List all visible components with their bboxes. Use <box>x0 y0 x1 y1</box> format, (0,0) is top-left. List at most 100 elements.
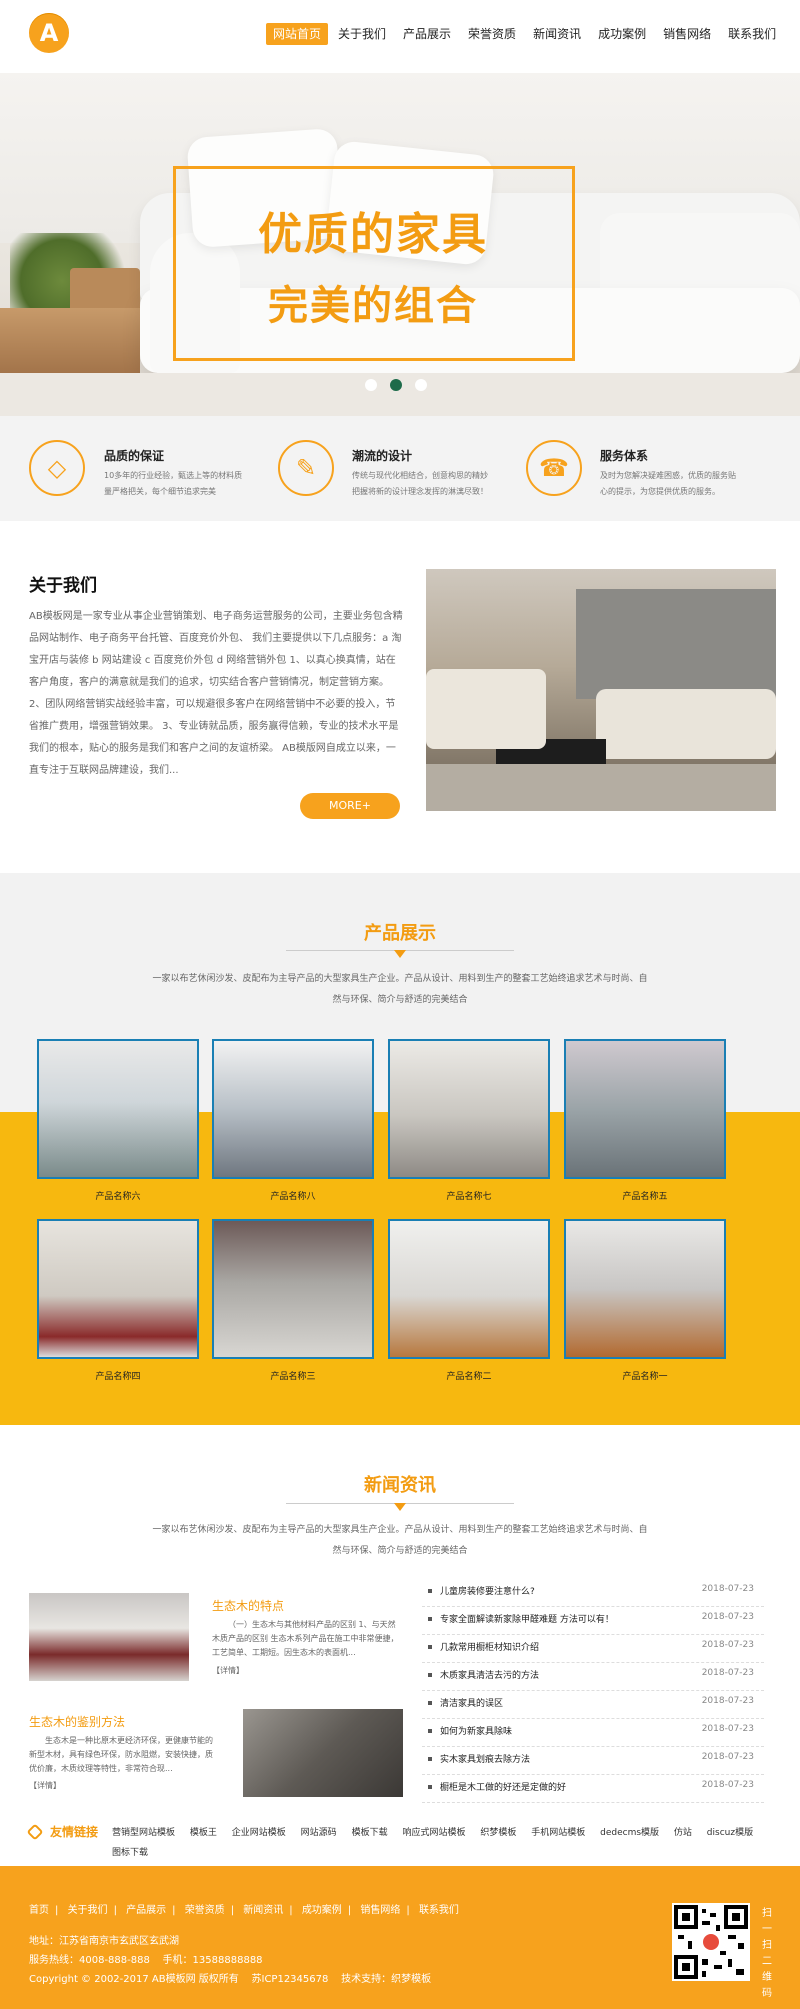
nav-item-cases[interactable]: 成功案例 <box>591 23 653 45</box>
footer-nav-item[interactable]: 销售网络 <box>360 1905 400 1916</box>
banner-slogan-1: 优质的家具 <box>258 209 488 260</box>
feature-title: 品质的保证 <box>104 449 165 463</box>
friend-link[interactable]: 模板下载 <box>352 1828 388 1838</box>
nav-item-products[interactable]: 产品展示 <box>396 23 458 45</box>
news-more-link[interactable]: 【详情】 <box>212 1665 244 1676</box>
news-list-item[interactable]: 实木家具划痕去除方法 2018-07-23 <box>422 1746 764 1775</box>
product-card[interactable] <box>37 1219 199 1359</box>
bullet-icon <box>428 1673 432 1677</box>
news-list-title[interactable]: 橱柜是木工做的好还是定做的好 <box>440 1780 566 1793</box>
footer-nav-item[interactable]: 荣誉资质 <box>185 1905 225 1916</box>
photo-wall-panel <box>576 589 776 699</box>
news-list-item[interactable]: 如何为新家具除味 2018-07-23 <box>422 1718 764 1747</box>
footer-copyright: Copyright © 2002-2017 AB模板网 版权所有 苏ICP123… <box>29 1974 432 1985</box>
nav-item-contact[interactable]: 联系我们 <box>721 23 783 45</box>
nav-item-news[interactable]: 新闻资讯 <box>526 23 588 45</box>
friend-link[interactable]: discuz模版 <box>707 1828 753 1838</box>
headset-icon: ☎ <box>526 440 582 496</box>
news-list-title[interactable]: 几款常用橱柜材知识介绍 <box>440 1640 539 1653</box>
photo-sofa <box>596 689 776 759</box>
products-desc: 一家以布艺休闲沙发、皮配布为主导产品的大型家具生产企业。产品从设计、用料到生产的… <box>152 974 648 1005</box>
news-list-date: 2018-07-23 <box>701 1724 754 1734</box>
footer-nav-item[interactable]: 联系我们 <box>419 1905 459 1916</box>
product-card[interactable] <box>37 1039 199 1179</box>
news-list-title[interactable]: 儿童房装修要注意什么? <box>440 1584 535 1597</box>
nav-item-honors[interactable]: 荣誉资质 <box>461 23 523 45</box>
site-header: A 网站首页 关于我们 产品展示 荣誉资质 新闻资讯 成功案例 销售网络 联系我… <box>0 0 800 70</box>
hero-banner[interactable]: 优质的家具 完美的组合 <box>0 73 800 416</box>
product-card[interactable] <box>564 1039 726 1179</box>
news-feature-text: 生态木是一种比原木更经济环保，更健康节能的新型木材，具有绿色环保，防水阻燃，安装… <box>29 1736 213 1773</box>
product-name[interactable]: 产品名称七 <box>388 1189 550 1202</box>
bullet-icon <box>428 1617 432 1621</box>
photo-armchair <box>426 669 546 749</box>
news-list-item[interactable]: 儿童房装修要注意什么? 2018-07-23 <box>422 1578 764 1607</box>
footer-nav-item[interactable]: 关于我们 <box>68 1905 108 1916</box>
footer-nav-item[interactable]: 新闻资讯 <box>243 1905 283 1916</box>
footer-nav-item[interactable]: 产品展示 <box>126 1905 166 1916</box>
footer-nav-item[interactable]: 成功案例 <box>302 1905 342 1916</box>
friend-links-title: 友情链接 <box>50 1825 99 1839</box>
product-card[interactable] <box>212 1039 374 1179</box>
news-list-item[interactable]: 清洁家具的误区 2018-07-23 <box>422 1690 764 1719</box>
slider-dot[interactable] <box>365 379 377 391</box>
product-name[interactable]: 产品名称八 <box>212 1189 374 1202</box>
news-list-title[interactable]: 木质家具清洁去污的方法 <box>440 1668 539 1681</box>
product-name[interactable]: 产品名称三 <box>212 1369 374 1382</box>
news-title: 新闻资讯 <box>364 1475 436 1496</box>
product-name[interactable]: 产品名称六 <box>37 1189 199 1202</box>
friend-link[interactable]: 仿站 <box>674 1828 692 1838</box>
news-list-date: 2018-07-23 <box>701 1752 754 1762</box>
about-more-button[interactable]: MORE+ <box>300 793 400 819</box>
news-list-item[interactable]: 专家全面解读新家除甲醛难题 方法可以有！ 2018-07-23 <box>422 1606 764 1635</box>
diamond-icon: ◇ <box>29 440 85 496</box>
news-list-title[interactable]: 如何为新家具除味 <box>440 1724 512 1737</box>
footer-nav-item[interactable]: 首页 <box>29 1905 49 1916</box>
friend-link[interactable]: 企业网站模板 <box>232 1828 286 1838</box>
friend-link[interactable]: 织梦模板 <box>480 1828 516 1838</box>
nav-item-sales[interactable]: 销售网络 <box>656 23 718 45</box>
bullet-icon <box>428 1701 432 1705</box>
news-list-title[interactable]: 实木家具划痕去除方法 <box>440 1752 530 1765</box>
friend-link[interactable]: 响应式网站模板 <box>402 1828 465 1838</box>
product-name[interactable]: 产品名称一 <box>564 1369 726 1382</box>
friend-link[interactable]: 手机网站模板 <box>531 1828 585 1838</box>
news-list-title[interactable]: 清洁家具的误区 <box>440 1696 503 1709</box>
news-thumbnail[interactable] <box>29 1593 189 1681</box>
news-feature-title[interactable]: 生态木的特点 <box>212 1597 284 1614</box>
news-list-item[interactable]: 几款常用橱柜材知识介绍 2018-07-23 <box>422 1634 764 1663</box>
product-card[interactable] <box>564 1219 726 1359</box>
slider-dot[interactable] <box>415 379 427 391</box>
feature-text: 10多年的行业经验，甄选上等的材料质量严格把关，每个细节追求完美 <box>104 471 243 496</box>
banner-slogan-2: 完美的组合 <box>268 283 478 329</box>
friend-link[interactable]: 网站源码 <box>301 1828 337 1838</box>
news-feature-title[interactable]: 生态木的鉴别方法 <box>29 1713 125 1730</box>
slider-dot-active[interactable] <box>390 379 402 391</box>
product-card[interactable] <box>212 1219 374 1359</box>
product-name[interactable]: 产品名称二 <box>388 1369 550 1382</box>
news-list-date: 2018-07-23 <box>701 1584 754 1594</box>
friend-link[interactable]: 模板王 <box>190 1828 217 1838</box>
footer-nav: 首页 | 关于我们 | 产品展示 | 荣誉资质 | 新闻资讯 | 成功案例 | 销售网络 | … <box>29 1905 459 1916</box>
product-name[interactable]: 产品名称四 <box>37 1369 199 1382</box>
logo[interactable]: A <box>29 13 69 53</box>
news-thumbnail[interactable] <box>243 1709 403 1797</box>
about-photo <box>426 569 776 811</box>
nav-item-about[interactable]: 关于我们 <box>331 23 393 45</box>
product-card[interactable] <box>388 1219 550 1359</box>
news-list-item[interactable]: 橱柜是木工做的好还是定做的好 2018-07-23 <box>422 1774 764 1803</box>
friend-link[interactable]: 图标下载 <box>112 1848 148 1858</box>
main-nav: 网站首页 关于我们 产品展示 荣誉资质 新闻资讯 成功案例 销售网络 联系我们 <box>266 23 786 45</box>
product-name[interactable]: 产品名称五 <box>564 1189 726 1202</box>
nav-item-home[interactable]: 网站首页 <box>266 23 329 45</box>
bullet-icon <box>428 1589 432 1593</box>
feature-text: 及时为您解决疑难困惑，优质的服务贴心的提示，为您提供优质的服务。 <box>600 471 736 496</box>
about-text: AB模板网是一家专业从事企业营销策划、电子商务运营服务的公司，主要业务包含精品网… <box>29 611 403 776</box>
friend-link[interactable]: dedecms模版 <box>600 1828 659 1838</box>
news-more-link[interactable]: 【详情】 <box>29 1780 61 1791</box>
product-card[interactable] <box>388 1039 550 1179</box>
news-list-item[interactable]: 木质家具清洁去污的方法 2018-07-23 <box>422 1662 764 1691</box>
news-list-title[interactable]: 专家全面解读新家除甲醛难题 方法可以有！ <box>440 1612 614 1625</box>
arrow-down-icon <box>394 950 406 958</box>
friend-link[interactable]: 营销型网站模板 <box>112 1828 175 1838</box>
